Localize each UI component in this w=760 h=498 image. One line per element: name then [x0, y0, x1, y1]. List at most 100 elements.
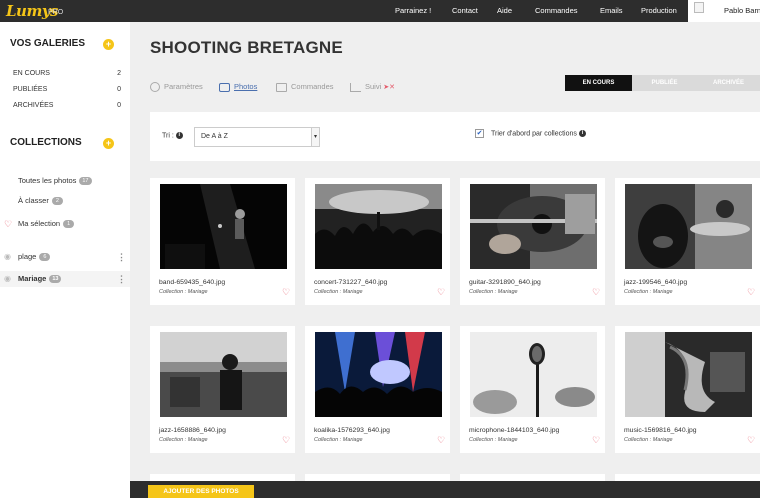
chevron-down-icon: ▾ — [311, 128, 319, 146]
tab-commandes[interactable]: Commandes — [276, 80, 334, 94]
tab-photos[interactable]: Photos — [219, 80, 257, 94]
heart-icon[interactable]: ♡ — [282, 288, 290, 297]
heart-icon[interactable]: ♡ — [437, 288, 445, 297]
nav-emails[interactable]: Emails — [600, 0, 623, 22]
gear-icon — [150, 82, 160, 93]
photo-card[interactable]: guitar-3291890_640.jpg Collection : Mari… — [460, 178, 605, 305]
photo-filename: guitar-3291890_640.jpg — [469, 279, 541, 286]
filter-ma-selection[interactable]: ♡ Ma sélection 1 — [0, 216, 130, 232]
photo-card[interactable]: music-1569816_640.jpg Collection : Maria… — [615, 326, 760, 453]
collection-mariage[interactable]: ◉ Mariage 13 ⋮ — [0, 271, 130, 287]
collections-heading: COLLECTIONS — [10, 137, 82, 148]
collection-label: plage — [18, 252, 37, 261]
cart-icon — [276, 82, 287, 92]
photo-collection: Collection : Mariage — [314, 437, 363, 443]
photo-thumbnail[interactable] — [160, 184, 287, 269]
top-bar: Lumys PRO Parrainez ! Contact Aide Comma… — [0, 0, 760, 22]
status-publiee[interactable]: PUBLIÉE — [632, 75, 697, 91]
collection-label: Mariage — [18, 274, 47, 283]
photo-filename: concert-731227_640.jpg — [314, 279, 388, 286]
sidebar-item-archivees[interactable]: ARCHIVÉES 0 — [13, 100, 121, 112]
heart-icon[interactable]: ♡ — [437, 436, 445, 445]
tab-suivi[interactable]: Suivi ➤✕ — [350, 80, 395, 94]
user-menu[interactable]: Pablo Barn — [688, 0, 760, 22]
sidebar-item-label: PUBLIÉES — [13, 86, 48, 93]
count-badge: 1 — [63, 220, 75, 229]
nav-production[interactable]: Production — [641, 0, 677, 22]
group-by-collection-checkbox[interactable]: ✔ — [475, 129, 484, 138]
add-gallery-button[interactable]: + — [103, 39, 114, 50]
sidebar-item-label: EN COURS — [13, 70, 50, 77]
filter-label: À classer — [18, 196, 49, 205]
count-badge: 6 — [39, 253, 51, 262]
photo-filename: jazz-1658886_640.jpg — [159, 427, 226, 434]
photo-card[interactable]: concert-731227_640.jpg Collection : Mari… — [305, 178, 450, 305]
photo-thumbnail[interactable] — [625, 332, 752, 417]
photo-thumbnail[interactable] — [625, 184, 752, 269]
count-badge: 2 — [51, 197, 63, 206]
chart-icon — [350, 82, 361, 92]
photo-card[interactable]: band-659435_640.jpg Collection : Mariage… — [150, 178, 295, 305]
logo-pro-badge: PRO — [48, 9, 64, 16]
heart-icon[interactable]: ♡ — [282, 436, 290, 445]
group-label: Trier d'abord par collections — [491, 130, 577, 138]
kebab-menu-icon[interactable]: ⋮ — [117, 249, 126, 265]
eye-icon[interactable]: ◉ — [4, 271, 11, 287]
filter-all-photos[interactable]: Toutes les photos 17 — [0, 173, 130, 189]
heart-icon[interactable]: ♡ — [747, 288, 755, 297]
photo-card[interactable]: koalika-1576293_640.jpg Collection : Mar… — [305, 326, 450, 453]
photo-filename: microphone-1844103_640.jpg — [469, 427, 560, 434]
status-archivee[interactable]: ARCHIVÉE — [697, 75, 760, 91]
photo-filename: jazz-199546_640.jpg — [624, 279, 688, 286]
photo-thumbnail[interactable] — [160, 332, 287, 417]
heart-icon: ♡ — [4, 219, 13, 229]
paper-plane-icon: ➤✕ — [383, 84, 395, 91]
eye-icon[interactable]: ◉ — [4, 249, 11, 265]
nav-commandes[interactable]: Commandes — [535, 0, 578, 22]
add-photos-button[interactable]: AJOUTER DES PHOTOS — [148, 485, 254, 498]
status-en-cours[interactable]: EN COURS — [565, 75, 632, 91]
tab-label: Commandes — [291, 82, 334, 91]
photo-thumbnail[interactable] — [315, 184, 442, 269]
photo-collection: Collection : Mariage — [314, 289, 363, 295]
photo-card[interactable]: jazz-1658886_640.jpg Collection : Mariag… — [150, 326, 295, 453]
group-label-wrap: Trier d'abord par collections i — [491, 130, 586, 137]
nav-aide[interactable]: Aide — [497, 0, 512, 22]
sidebar-item-en-cours[interactable]: EN COURS 2 — [13, 68, 121, 80]
photo-thumbnail[interactable] — [470, 184, 597, 269]
filter-label: Ma sélection — [18, 219, 61, 228]
photo-card[interactable]: jazz-199546_640.jpg Collection : Mariage… — [615, 178, 760, 305]
sidebar-item-count: 0 — [117, 86, 121, 93]
photo-collection: Collection : Mariage — [469, 289, 518, 295]
heart-icon[interactable]: ♡ — [592, 288, 600, 297]
photo-filename: band-659435_640.jpg — [159, 279, 226, 286]
filter-bar: Tri : i De A à Z ▾ ✔ Trier d'abord par c… — [150, 112, 760, 161]
collection-plage[interactable]: ◉ plage 6 ⋮ — [0, 249, 130, 265]
info-icon[interactable]: i — [175, 132, 183, 139]
tab-label: Suivi — [365, 82, 382, 91]
photo-card[interactable]: microphone-1844103_640.jpg Collection : … — [460, 326, 605, 453]
photo-thumbnail[interactable] — [470, 332, 597, 417]
sidebar-item-count: 0 — [117, 102, 121, 109]
sort-label: Tri : — [162, 132, 174, 140]
add-collection-button[interactable]: + — [103, 138, 114, 149]
filter-a-classer[interactable]: À classer 2 — [0, 193, 130, 209]
photo-collection: Collection : Mariage — [624, 437, 673, 443]
bottom-action-bar: AJOUTER DES PHOTOS — [130, 481, 760, 498]
sort-value: De A à Z — [201, 133, 228, 140]
heart-icon[interactable]: ♡ — [592, 436, 600, 445]
info-icon[interactable]: i — [578, 130, 586, 137]
nav-parrainez[interactable]: Parrainez ! — [395, 0, 431, 22]
heart-icon[interactable]: ♡ — [747, 436, 755, 445]
sort-label-wrap: Tri : i — [162, 132, 183, 139]
avatar — [694, 2, 704, 13]
sort-select[interactable]: De A à Z ▾ — [194, 127, 320, 147]
photo-thumbnail[interactable] — [315, 332, 442, 417]
sidebar-item-count: 2 — [117, 70, 121, 77]
sidebar-item-publiees[interactable]: PUBLIÉES 0 — [13, 84, 121, 96]
nav-contact[interactable]: Contact — [452, 0, 478, 22]
sidebar-item-label: ARCHIVÉES — [13, 102, 54, 109]
kebab-menu-icon[interactable]: ⋮ — [117, 271, 126, 287]
tab-parametres[interactable]: Paramètres — [150, 80, 203, 94]
photo-collection: Collection : Mariage — [624, 289, 673, 295]
